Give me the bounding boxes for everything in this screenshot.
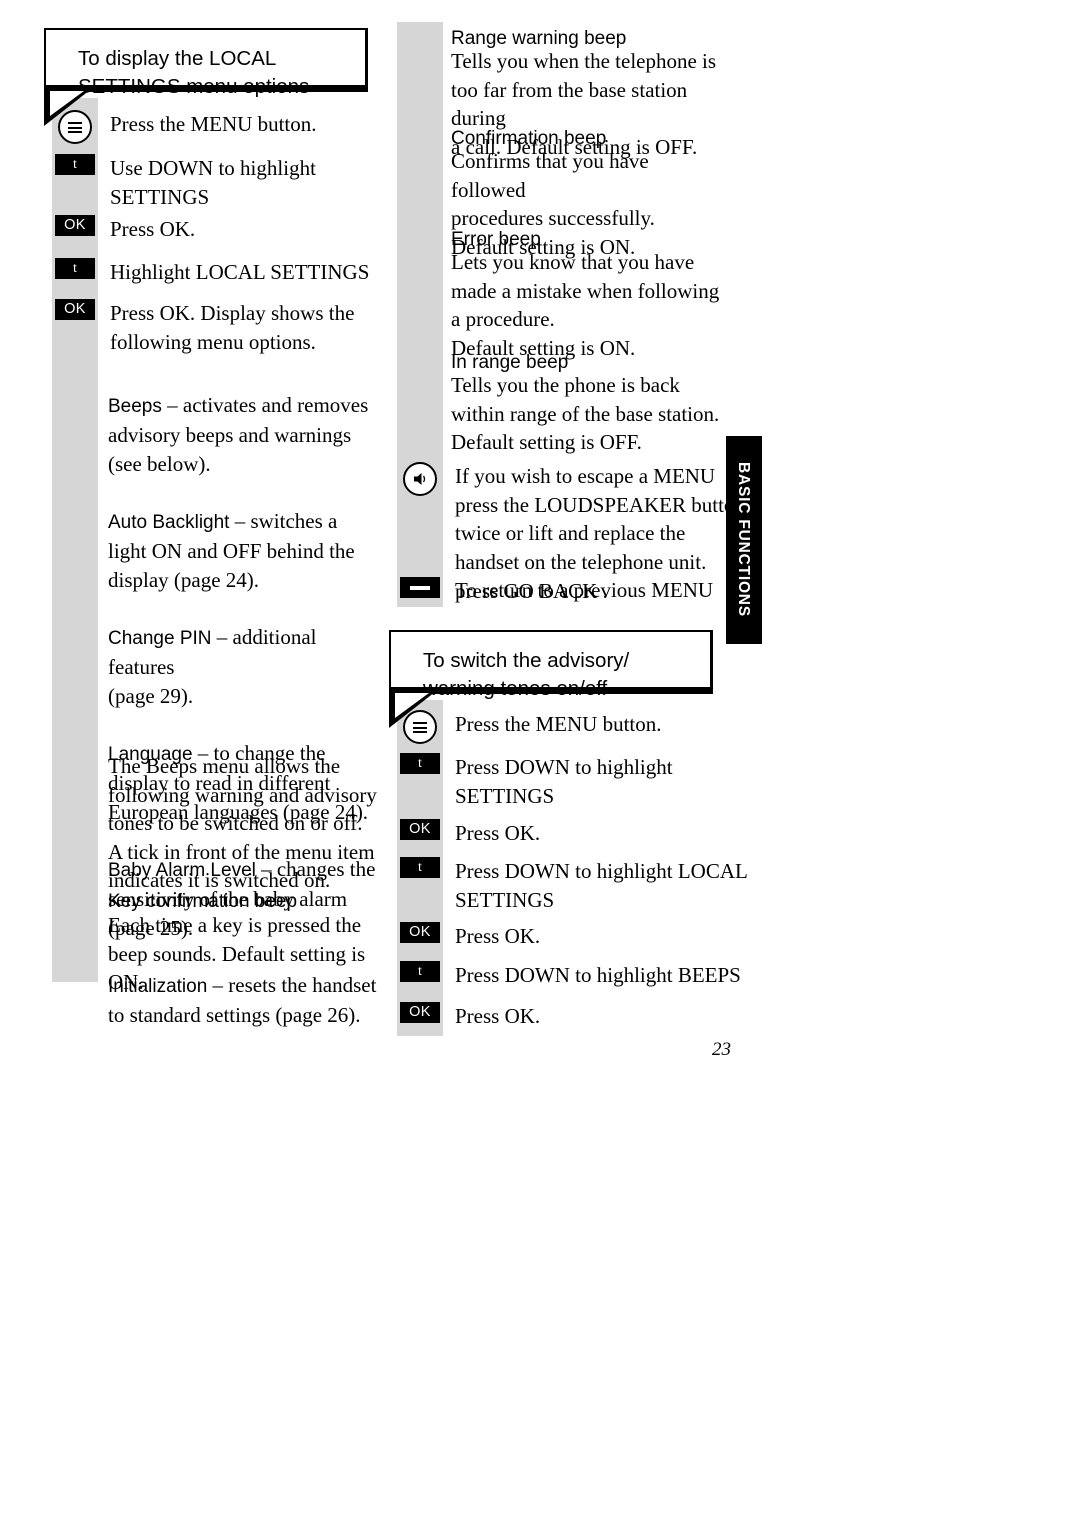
key-cell: OK [397,1002,443,1023]
beep-entry-body: Tells you the phone is back within range… [451,373,720,454]
loudspeaker-key-icon[interactable] [403,462,437,496]
menu-key-icon[interactable] [403,710,437,744]
key-cell: OK [397,819,443,840]
step-text: Press OK. [110,217,196,241]
ok-key-icon[interactable]: OK [400,819,440,840]
key-cell: t [52,258,98,279]
beeps-intro-paragraph: The Beeps menu allows the following warn… [108,754,377,892]
section-tab-basic-functions: BASIC FUNCTIONS [726,436,762,644]
callout-title-right: To switch the advisory/ warning tones on… [423,649,630,700]
key-cell: OK [52,215,98,236]
menu-option-name: Beeps [108,395,162,417]
step-text: Press DOWN to highlight SETTINGS [455,755,673,808]
menu-key-icon[interactable] [58,110,92,144]
step-text: Press OK. [455,821,541,845]
step-text: Press OK. [455,1004,541,1028]
ok-key-icon[interactable]: OK [55,299,95,320]
menu-option-item: Change PIN – additional features (page 2… [108,623,378,711]
step-row[interactable]: Press the MENU button. [52,110,317,144]
key-cell: OK [397,922,443,943]
ok-key-icon[interactable]: OK [400,1002,440,1023]
key-cell: OK [52,299,98,320]
step-row[interactable]: Press the MENU button. [397,710,662,744]
callout-title-left: To display the LOCAL SETTINGS menu optio… [78,47,310,98]
callout-box-left: To display the LOCAL SETTINGS menu optio… [44,28,368,98]
key-cell [397,577,443,598]
menu-option-item: Beeps – activates and removes advisory b… [108,391,378,479]
step-text: Press the MENU button. [455,712,662,736]
go-back-text: press GO BACK . [455,579,608,603]
step-text: Press OK. [455,924,541,948]
step-text: Press the MENU button. [110,112,317,136]
step-row[interactable]: t Use DOWN to highlight SETTINGS [52,154,316,211]
manual-page: To display the LOCAL SETTINGS menu optio… [0,0,1080,1528]
key-cell: t [397,857,443,878]
step-text: Use DOWN to highlight SETTINGS [110,156,316,209]
key-cell: t [397,753,443,774]
go-back-key-icon[interactable] [400,577,440,598]
menu-option-name: Auto Backlight [108,511,230,533]
key-cell [52,110,98,144]
step-row[interactable]: OK Press OK. [397,922,540,951]
down-key-icon[interactable]: t [400,753,440,774]
ok-key-icon[interactable]: OK [55,215,95,236]
down-key-icon[interactable]: t [55,258,95,279]
beep-entry-body: Each time a key is pressed the beep soun… [108,913,366,994]
step-row[interactable]: t Press DOWN to highlight BEEPS [397,961,741,990]
key-cell [397,710,443,744]
section-tab-label: BASIC FUNCTIONS [735,462,752,617]
step-text: Press DOWN to highlight BEEPS [455,963,741,987]
ok-key-icon[interactable]: OK [400,922,440,943]
key-cell: t [52,154,98,175]
beep-entry-body: Lets you know that you have made a mista… [451,250,720,360]
step-text: Press OK. Display shows the following me… [110,301,355,354]
step-text: Highlight LOCAL SETTINGS [110,260,370,284]
step-row[interactable]: OK Press OK. [397,819,540,848]
step-row[interactable]: OK Press OK. Display shows the following… [52,299,354,356]
step-row[interactable]: OK Press OK. [52,215,195,244]
key-cell: t [397,961,443,982]
menu-option-item: Auto Backlight – switches a light ON and… [108,507,378,595]
step-row[interactable]: t Press DOWN to highlight SETTINGS [397,753,673,810]
callout-box-right: To switch the advisory/ warning tones on… [389,630,713,700]
menu-option-name: Change PIN [108,627,212,649]
step-row[interactable]: t Highlight LOCAL SETTINGS [52,258,369,287]
down-key-icon[interactable]: t [400,961,440,982]
go-back-row[interactable]: press GO BACK . [397,577,608,606]
step-row[interactable]: t Press DOWN to highlight LOCAL SETTINGS [397,857,748,914]
page-number: 23 [712,1039,731,1060]
down-key-icon[interactable]: t [400,857,440,878]
key-cell [397,462,443,496]
step-row[interactable]: OK Press OK. [397,1002,540,1031]
down-key-icon[interactable]: t [55,154,95,175]
step-text: Press DOWN to highlight LOCAL SETTINGS [455,859,748,912]
